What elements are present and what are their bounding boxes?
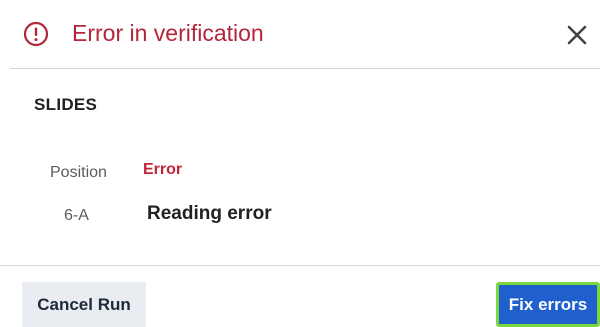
- row-position: 6-A: [64, 207, 89, 224]
- dialog-header: Error in verification: [0, 0, 600, 68]
- cancel-run-button[interactable]: Cancel Run: [22, 282, 146, 327]
- error-column-header: Error: [143, 161, 183, 178]
- position-column-header: Position: [50, 164, 107, 181]
- dialog-title: Error in verification: [72, 20, 264, 46]
- header-divider: [10, 68, 600, 69]
- close-button[interactable]: [560, 18, 594, 52]
- alert-circle-icon: [23, 21, 49, 47]
- fix-errors-button[interactable]: Fix errors: [496, 282, 600, 327]
- verification-error-dialog: Error in verification SLIDES Position Er…: [0, 0, 600, 327]
- footer-divider: [0, 265, 600, 266]
- row-error: Reading error: [147, 203, 272, 224]
- section-title: SLIDES: [34, 95, 98, 114]
- close-icon: [567, 25, 587, 45]
